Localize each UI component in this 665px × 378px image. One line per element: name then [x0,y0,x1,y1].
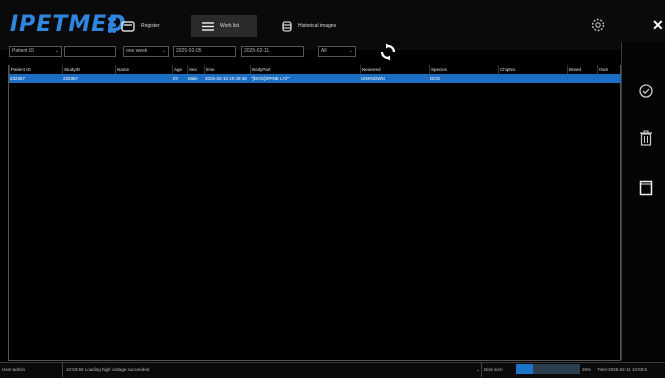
cell-body-part: "[DOG]SPINE LAT" [251,76,290,81]
column-header[interactable]: time [204,65,250,74]
cell-owner [597,74,622,83]
worklist-table [8,65,621,361]
search-field-value: Patient ID [12,48,34,54]
trash-icon[interactable] [638,130,654,146]
status-select[interactable]: All ⌄ [318,46,356,57]
disk-usage-bar [516,364,580,374]
close-icon[interactable]: ✕ [652,17,664,33]
action-sidebar [621,42,665,360]
report-icon[interactable] [638,180,654,196]
column-header[interactable]: Neutered [360,65,429,74]
column-header[interactable]: Sex [187,65,204,74]
clock: Time:2025-02-11 10:50:5 [597,367,648,372]
cell-sex: Male [188,76,198,81]
cell-species: DOG [430,76,441,81]
search-input[interactable] [64,46,116,57]
date-from-value: 2025-02-05 [176,48,202,54]
nav-worklist-label: Work list [220,23,240,29]
nav-historical-button[interactable]: Historical images [282,15,362,37]
database-icon [282,20,292,32]
disk-usage-fill [516,364,533,374]
chevron-down-icon: ⌄ [476,367,480,372]
menu-icon [202,21,214,31]
column-header[interactable]: BodyPart [250,65,360,74]
status-message: 10:53:59 Loading high voltage succeeded [62,363,482,377]
cell-age: 0Y [173,76,179,81]
disk-size-label: Disk size: [484,367,504,372]
search-field-select[interactable]: Patient ID ⌄ [9,46,62,57]
refresh-icon[interactable] [379,43,397,61]
column-header[interactable]: Species [429,65,498,74]
table-row[interactable]: 232367 232367 0Y Male 2025-02-10 10:49:4… [9,74,621,83]
period-select[interactable]: one week ⌄ [123,46,169,57]
period-value: one week [126,48,148,54]
table-header: Patient ID StudyID Name Age Sex time Bod… [9,65,621,74]
nav-register-button[interactable]: Register [121,15,177,37]
column-header[interactable]: Patient ID [9,65,62,74]
cell-chip-no [498,74,568,83]
column-header[interactable]: ChipNo. [498,65,567,74]
chevron-down-icon: ⌄ [161,48,166,54]
column-header[interactable]: Own [597,65,621,74]
cell-name [115,74,173,83]
nav-register-label: Register [141,23,160,29]
nav-worklist-button[interactable]: Work list [191,15,257,37]
chevron-down-icon: ⌄ [348,48,353,54]
column-header[interactable]: Breed [567,65,597,74]
current-user: User:admin [2,367,26,372]
cell-study-id: 232367 [63,76,79,81]
date-to-field[interactable]: 2025-02-11 [241,46,304,57]
disk-percent: 26% [582,367,592,372]
column-header[interactable]: Age [172,65,187,74]
column-header[interactable]: Name [115,65,172,74]
register-icon [121,20,135,32]
confirm-icon[interactable] [638,83,654,99]
cell-time: 2025-02-10 10:49:46 [205,76,247,81]
logo-dots-icon [108,17,116,33]
status-select-value: All [321,48,327,54]
cell-neutered: UNKNOWN [361,76,385,81]
date-to-value: 2025-02-11 [244,48,270,54]
date-from-field[interactable]: 2025-02-05 [173,46,236,57]
gear-icon[interactable] [590,17,606,33]
cell-breed [567,74,598,83]
cell-patient-id: 232367 [10,76,26,81]
nav-historical-label: Historical images [298,23,337,29]
column-header[interactable]: StudyID [62,65,115,74]
chevron-down-icon: ⌄ [54,48,59,54]
top-bar: IPETMED Register Work list Historical im… [0,0,665,50]
